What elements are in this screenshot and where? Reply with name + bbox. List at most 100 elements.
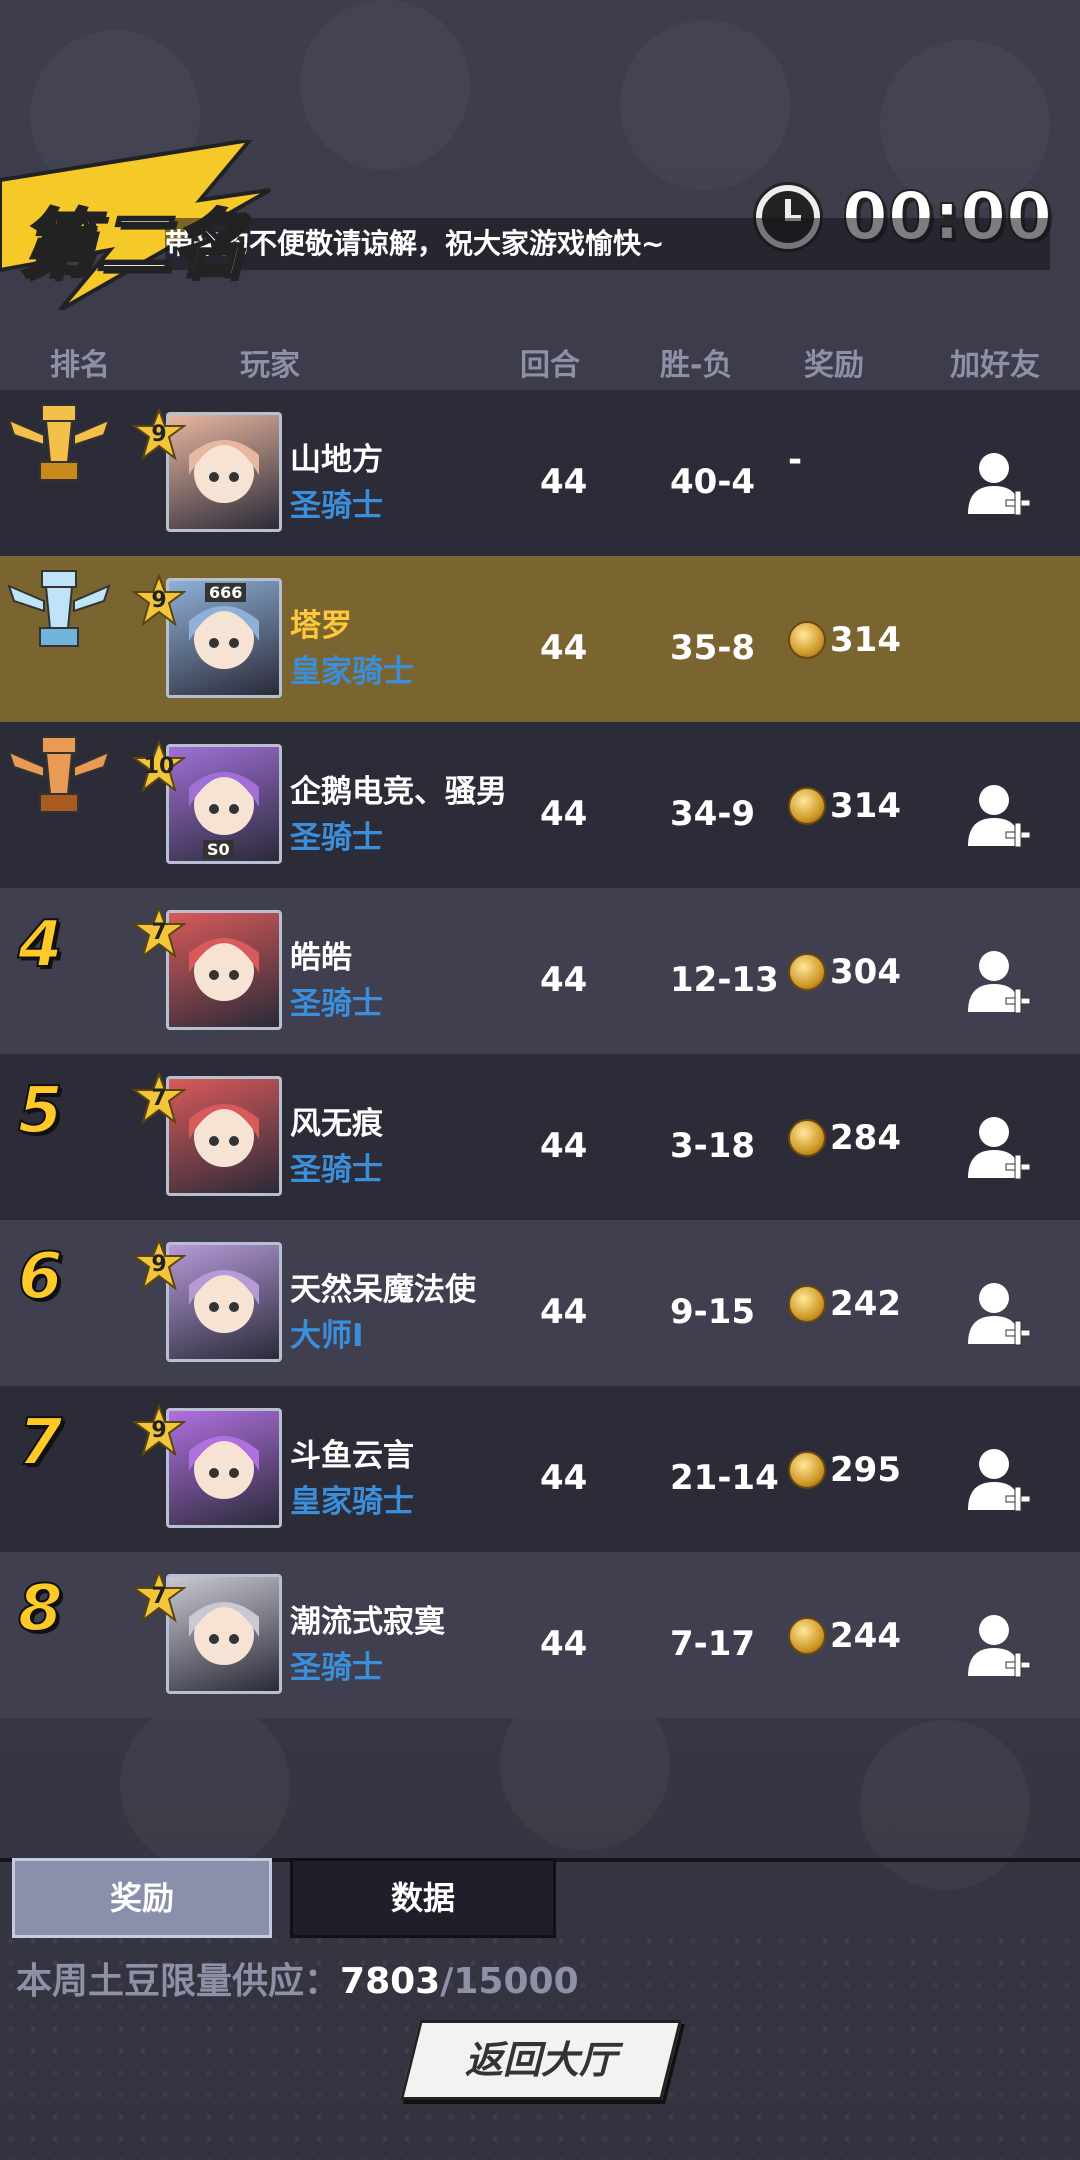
bronze-trophy-icon	[7, 736, 111, 813]
level-number: 7	[151, 920, 167, 945]
rank-number: 8	[17, 1571, 64, 1647]
rounds-value: 44	[540, 462, 588, 502]
reward-amount: 314	[830, 786, 901, 826]
win-loss-record: 35-8	[670, 628, 756, 668]
supply-current: 7803	[340, 1961, 441, 2002]
level-number: 7	[151, 1584, 167, 1609]
win-loss-record: 12-13	[670, 960, 779, 1000]
win-loss-record: 21-14	[670, 1458, 779, 1498]
player-name[interactable]: 潮流式寂寞	[290, 1596, 445, 1641]
table-row: 666 9 塔罗 皇家骑士 44 35-8 314	[0, 556, 1080, 722]
reward-value: 244	[788, 1616, 901, 1656]
player-title: 圣骑士	[290, 986, 383, 1022]
rounds-value: 44	[540, 1458, 588, 1498]
level-number: 9	[151, 1252, 167, 1277]
reward-value: 314	[788, 620, 901, 660]
reward-value: 295	[788, 1450, 901, 1490]
gold-trophy-icon	[7, 404, 111, 481]
supply-label: 本周土豆限量供应：	[16, 1961, 341, 2002]
potato-coin-icon	[788, 1451, 826, 1489]
reward-value: 284	[788, 1118, 901, 1158]
player-name[interactable]: 天然呆魔法使	[290, 1264, 476, 1309]
supply-max: /15000	[440, 1961, 579, 2002]
reward-amount: -	[788, 440, 803, 480]
level-number: 9	[151, 588, 167, 613]
add-friend-icon[interactable]	[966, 1446, 1032, 1512]
table-row: 4 7 皓皓 圣骑士 44 12-13 304	[0, 888, 1080, 1054]
reward-amount: 314	[830, 620, 901, 660]
player-title: 皇家骑士	[290, 654, 414, 690]
tab-data[interactable]: 数据	[290, 1858, 556, 1938]
potato-coin-icon	[788, 1119, 826, 1157]
player-name[interactable]: 山地方	[290, 434, 383, 479]
level-number: 7	[151, 1086, 167, 1111]
placement-title: 第二名	[19, 201, 248, 290]
return-lobby-label: 返回大厅	[464, 2038, 617, 2082]
level-badge: 7	[132, 1072, 186, 1126]
player-name[interactable]: 企鹅电竞、骚男	[290, 766, 507, 811]
rounds-value: 44	[540, 1292, 588, 1332]
player-name[interactable]: 斗鱼云言	[290, 1430, 414, 1475]
level-number: 9	[151, 422, 167, 447]
reward-amount: 295	[830, 1450, 901, 1490]
add-friend-icon[interactable]	[966, 948, 1032, 1014]
player-name[interactable]: 风无痕	[290, 1098, 383, 1143]
add-friend-icon[interactable]	[966, 1280, 1032, 1346]
level-badge: 9	[132, 408, 186, 462]
rank-number: 6	[17, 1239, 64, 1315]
avatar-tag: S0	[203, 840, 234, 859]
add-friend-icon[interactable]	[966, 1114, 1032, 1180]
win-loss-record: 34-9	[670, 794, 756, 834]
reward-value: 242	[788, 1284, 901, 1324]
col-player: 玩家	[240, 348, 300, 383]
player-title: 皇家骑士	[290, 1484, 414, 1520]
win-loss-record: 40-4	[670, 462, 756, 502]
player-title: 大师I	[290, 1318, 364, 1354]
rounds-value: 44	[540, 794, 588, 834]
win-loss-record: 3-18	[670, 1126, 756, 1166]
potato-coin-icon	[788, 1285, 826, 1323]
potato-coin-icon	[788, 953, 826, 991]
silver-trophy-icon	[7, 570, 111, 647]
level-badge: 7	[132, 1570, 186, 1624]
col-reward: 奖励	[804, 348, 864, 383]
return-lobby-button[interactable]: 返回大厅	[400, 2020, 682, 2100]
level-number: 10	[143, 754, 175, 779]
level-badge: 7	[132, 906, 186, 960]
reward-amount: 284	[830, 1118, 901, 1158]
rounds-value: 44	[540, 1624, 588, 1664]
player-title: 圣骑士	[290, 820, 383, 856]
potato-coin-icon	[788, 787, 826, 825]
rank-number: 7	[17, 1405, 64, 1481]
table-row: 9 山地方 圣骑士 44 40-4 -	[0, 390, 1080, 556]
table-row: 6 9 天然呆魔法使 大师I 44 9-15 242	[0, 1220, 1080, 1386]
player-name[interactable]: 皓皓	[290, 932, 352, 977]
col-add-friend: 加好友	[950, 348, 1040, 383]
level-badge: 9	[132, 1404, 186, 1458]
level-badge: 9	[132, 1238, 186, 1292]
table-row: 5 7 风无痕 圣骑士 44 3-18 284	[0, 1054, 1080, 1220]
player-title: 圣骑士	[290, 1152, 383, 1188]
level-badge: 10	[132, 740, 186, 794]
win-loss-record: 9-15	[670, 1292, 756, 1332]
table-row: S0 10 企鹅电竞、骚男 圣骑士 44 34-9 314	[0, 722, 1080, 888]
add-friend-icon[interactable]	[966, 1612, 1032, 1678]
level-badge: 9	[132, 574, 186, 628]
table-row: 8 7 潮流式寂寞 圣骑士 44 7-17 244	[0, 1552, 1080, 1718]
tab-reward[interactable]: 奖励	[12, 1858, 272, 1938]
col-rounds: 回合	[520, 348, 580, 383]
rank-number: 4	[17, 907, 64, 983]
player-name[interactable]: 塔罗	[290, 600, 352, 645]
reward-value: 314	[788, 786, 901, 826]
rounds-value: 44	[540, 628, 588, 668]
rank-number: 5	[17, 1073, 64, 1149]
add-friend-icon[interactable]	[966, 450, 1032, 516]
add-friend-icon[interactable]	[966, 782, 1032, 848]
player-title: 圣骑士	[290, 488, 383, 524]
reward-value: 304	[788, 952, 901, 992]
potato-supply: 本周土豆限量供应：7803/15000	[16, 1952, 579, 2004]
announcement-marquee: 带来的不便敬请谅解，祝大家游戏愉快~	[165, 218, 1050, 270]
reward-value: -	[788, 440, 802, 480]
rounds-value: 44	[540, 1126, 588, 1166]
potato-coin-icon	[788, 1617, 826, 1655]
